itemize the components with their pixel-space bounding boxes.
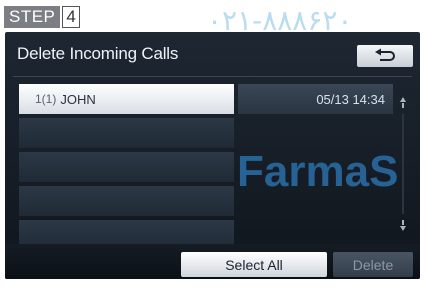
caller-name: JOHN [60, 91, 96, 107]
call-date: 05/13 14:34 [238, 84, 393, 114]
return-arrow-icon [375, 48, 395, 61]
back-button[interactable] [357, 45, 413, 67]
step-number: 4 [62, 6, 80, 28]
title-divider [13, 76, 412, 77]
step-label: STEP [4, 6, 61, 28]
select-all-button[interactable]: Select All [181, 252, 327, 277]
call-row-empty[interactable] [19, 152, 234, 182]
scroll-down-icon [400, 220, 406, 231]
scroll-down-button[interactable] [396, 218, 410, 232]
scrollbar-track[interactable] [402, 114, 404, 214]
call-count: 1(1) [35, 92, 57, 106]
scroll-up-button[interactable] [396, 96, 410, 110]
corner-mark [350, 279, 352, 285]
screen-title: Delete Incoming Calls [17, 44, 179, 63]
scroll-up-icon [400, 97, 406, 108]
call-row-empty[interactable] [19, 186, 234, 216]
step-badge: STEP 4 [4, 6, 80, 28]
delete-button[interactable]: Delete [333, 252, 413, 277]
call-name-cell: 1(1) JOHN [19, 84, 234, 114]
nav-screen: Delete Incoming Calls 1(1) JOHN 05/13 14… [5, 32, 420, 279]
call-row[interactable]: 1(1) JOHN 05/13 14:34 [19, 84, 393, 114]
watermark-farma: FarmaS [237, 147, 399, 196]
call-row-empty[interactable] [19, 118, 234, 148]
